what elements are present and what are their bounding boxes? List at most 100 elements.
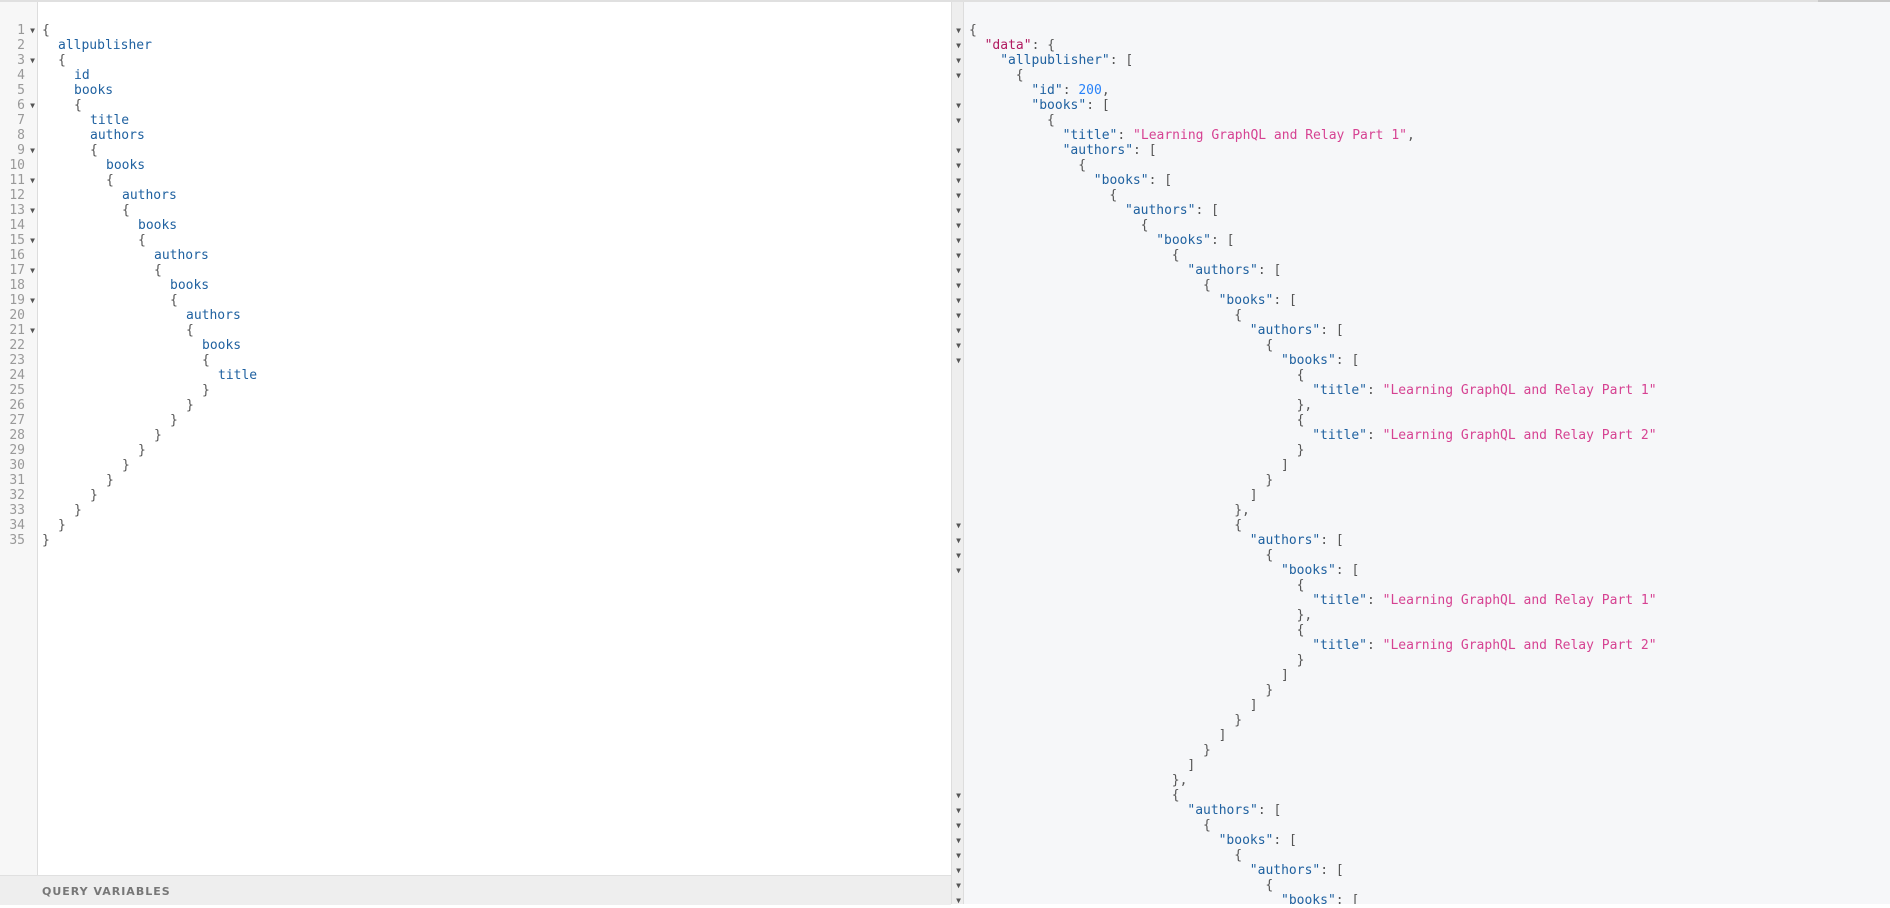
json-punctuation: }	[1265, 683, 1274, 698]
fold-arrow-icon[interactable]: ▼	[954, 263, 963, 278]
json-punctuation: {	[1265, 338, 1274, 353]
fold-arrow-icon[interactable]: ▼	[28, 98, 37, 113]
json-punctuation: }	[1296, 653, 1305, 668]
query-editor[interactable]: 1 ▼ 2 3 ▼ 4 5 6 ▼ 7 8 9 ▼ 10 11 ▼ 12 13 ▼ 14 15 ▼ 16 17 ▼ 18 19 ▼ 20…	[0, 2, 951, 905]
json-punctuation: {	[969, 23, 977, 38]
result-line: },	[1297, 608, 1313, 623]
fold-arrow-icon[interactable]: ▼	[28, 263, 37, 278]
line-number: 33	[9, 503, 25, 518]
json-punctuation: {	[1203, 278, 1211, 293]
query-code-area[interactable]: {allpublisher{id books{title authors{books…	[38, 2, 951, 875]
result-line: ]	[1281, 668, 1289, 683]
json-key: "books"	[1281, 893, 1336, 908]
pane-splitter[interactable]	[951, 2, 964, 904]
query-line: allpublisher	[58, 38, 152, 53]
fold-arrow-icon[interactable]: ▼	[28, 23, 37, 38]
result-line: "authors": [	[1250, 863, 1344, 878]
line-number: 13	[9, 203, 25, 218]
fold-arrow-icon[interactable]: ▼	[954, 548, 963, 563]
line-number: 31	[9, 473, 25, 488]
json-punctuation: {	[1015, 68, 1024, 83]
fold-arrow-icon[interactable]: ▼	[954, 23, 963, 38]
fold-arrow-icon[interactable]: ▼	[954, 98, 963, 113]
fold-arrow-icon[interactable]: ▼	[954, 143, 963, 158]
fold-arrow-icon[interactable]: ▼	[954, 533, 963, 548]
query-line: }	[202, 383, 210, 398]
fold-arrow-icon[interactable]: ▼	[954, 233, 963, 248]
fold-arrow-icon[interactable]: ▼	[954, 218, 963, 233]
result-line: "books": [	[1281, 353, 1359, 368]
query-line: books	[138, 218, 178, 233]
json-punctuation: :	[1062, 83, 1079, 98]
json-punctuation: {	[1296, 623, 1305, 638]
line-number: 17	[9, 263, 25, 278]
result-line: "allpublisher": [	[1000, 53, 1133, 68]
fold-arrow-icon[interactable]: ▼	[954, 833, 963, 848]
fold-arrow-icon[interactable]: ▼	[954, 323, 963, 338]
fold-arrow-icon[interactable]: ▼	[954, 818, 963, 833]
json-punctuation: ]	[1281, 668, 1289, 683]
fold-arrow-icon[interactable]: ▼	[954, 203, 963, 218]
result-line: "authors": [	[1063, 143, 1157, 158]
fold-arrow-icon[interactable]: ▼	[28, 143, 37, 158]
query-line: {	[122, 203, 130, 218]
result-line: ]	[1250, 488, 1258, 503]
fold-arrow-icon[interactable]: ▼	[28, 203, 37, 218]
fold-arrow-icon[interactable]: ▼	[28, 173, 37, 188]
fold-arrow-icon[interactable]: ▼	[954, 53, 963, 68]
fold-arrow-icon[interactable]: ▼	[954, 803, 963, 818]
query-line: {	[74, 98, 82, 113]
fold-arrow-icon[interactable]: ▼	[954, 863, 963, 878]
fold-arrow-icon[interactable]: ▼	[954, 293, 963, 308]
result-line: }	[1234, 713, 1242, 728]
fold-arrow-icon[interactable]: ▼	[28, 323, 37, 338]
fold-arrow-icon[interactable]: ▼	[954, 278, 963, 293]
fold-arrow-icon[interactable]: ▼	[954, 788, 963, 803]
json-punctuation: : [	[1273, 833, 1297, 848]
result-line: {	[1234, 518, 1242, 533]
fold-arrow-icon[interactable]: ▼	[954, 308, 963, 323]
fold-arrow-icon[interactable]: ▼	[954, 563, 963, 578]
fold-arrow-icon[interactable]: ▼	[954, 113, 963, 128]
json-punctuation: {	[1265, 548, 1274, 563]
json-key: "authors"	[1249, 323, 1321, 338]
fold-arrow-icon[interactable]: ▼	[954, 38, 963, 53]
json-punctuation: },	[1296, 398, 1313, 413]
line-number: 9	[17, 143, 25, 158]
query-variables-bar[interactable]: QUERY VARIABLES	[0, 875, 951, 905]
json-punctuation: : [	[1257, 263, 1282, 278]
result-line: "books": [	[1219, 293, 1297, 308]
query-line: }	[90, 488, 98, 503]
json-key: "authors"	[1249, 533, 1321, 548]
json-string-value: "Learning GraphQL and Relay Part 1"	[1382, 383, 1657, 398]
fold-arrow-icon[interactable]: ▼	[954, 158, 963, 173]
fold-arrow-icon[interactable]: ▼	[954, 353, 963, 368]
query-line: books	[170, 278, 210, 293]
result-line: ]	[1219, 728, 1227, 743]
json-punctuation: {	[1265, 878, 1274, 893]
fold-arrow-icon[interactable]: ▼	[954, 338, 963, 353]
fold-arrow-icon[interactable]: ▼	[28, 293, 37, 308]
json-punctuation: : [	[1195, 203, 1219, 218]
fold-arrow-icon[interactable]: ▼	[954, 518, 963, 533]
json-string-value: "Learning GraphQL and Relay Part 1"	[1133, 128, 1407, 143]
query-line: }	[42, 533, 50, 548]
fold-arrow-icon[interactable]: ▼	[954, 173, 963, 188]
fold-arrow-icon[interactable]: ▼	[954, 893, 963, 904]
fold-arrow-icon[interactable]: ▼	[954, 878, 963, 893]
query-line: title	[218, 368, 258, 383]
query-line: authors	[186, 308, 241, 323]
fold-arrow-icon[interactable]: ▼	[954, 188, 963, 203]
query-variables-title[interactable]: QUERY VARIABLES	[42, 885, 171, 898]
line-number: 27	[9, 413, 25, 428]
top-border-right	[1818, 0, 1890, 2]
query-line: }	[186, 398, 194, 413]
fold-arrow-icon[interactable]: ▼	[954, 68, 963, 83]
fold-arrow-icon[interactable]: ▼	[28, 53, 37, 68]
fold-arrow-icon[interactable]: ▼	[28, 233, 37, 248]
json-punctuation: {	[1171, 248, 1180, 263]
json-punctuation: ,	[1101, 83, 1110, 98]
result-viewer[interactable]: ▼{▼ "data": {▼ "allpublisher": [▼{"id": 20…	[956, 2, 1890, 904]
fold-arrow-icon[interactable]: ▼	[954, 248, 963, 263]
fold-arrow-icon[interactable]: ▼	[954, 848, 963, 863]
